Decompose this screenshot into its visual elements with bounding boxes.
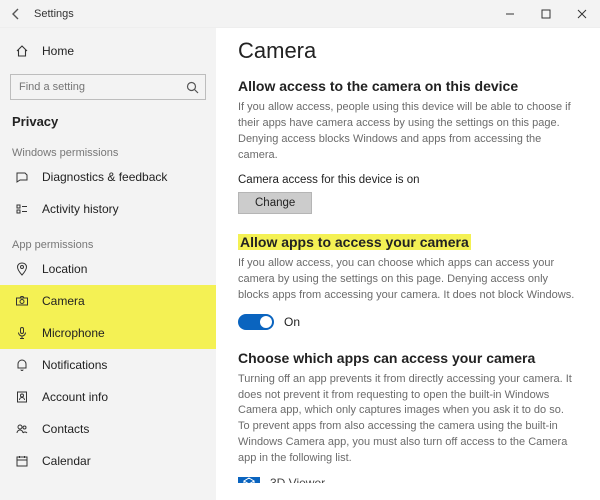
titlebar: Settings xyxy=(0,0,600,28)
sidebar-label: Notifications xyxy=(32,358,107,372)
app-label: 3D Viewer xyxy=(270,477,325,483)
sidebar-item-notifications[interactable]: Notifications xyxy=(0,349,216,381)
calendar-icon xyxy=(12,454,32,468)
search-input[interactable] xyxy=(19,81,186,93)
sidebar-category: Privacy xyxy=(0,104,216,133)
sidebar-item-microphone[interactable]: Microphone xyxy=(0,317,216,349)
contacts-icon xyxy=(12,422,32,436)
main-area: Home Privacy Windows permissions Diagnos… xyxy=(0,28,600,500)
back-button[interactable] xyxy=(0,0,32,28)
sidebar-item-activity[interactable]: Activity history xyxy=(0,193,216,225)
highlighted-title: Allow apps to access your camera xyxy=(238,234,471,250)
sidebar-item-diagnostics[interactable]: Diagnostics & feedback xyxy=(0,161,216,193)
toggle-label: On xyxy=(284,315,300,329)
section-desc: Turning off an app prevents it from dire… xyxy=(238,372,578,468)
location-icon xyxy=(12,262,32,276)
microphone-icon xyxy=(12,326,32,340)
section-title: Choose which apps can access your camera xyxy=(238,350,584,366)
home-label: Home xyxy=(32,44,74,58)
section-desc: If you allow access, you can choose whic… xyxy=(238,256,578,304)
toggle-track xyxy=(238,314,274,330)
sidebar-label: Calendar xyxy=(32,454,91,468)
sidebar-label: Account info xyxy=(32,390,108,404)
section-choose-apps: Choose which apps can access your camera… xyxy=(238,350,584,484)
sidebar-item-location[interactable]: Location xyxy=(0,253,216,285)
group-app-permissions: App permissions xyxy=(0,225,216,253)
close-button[interactable] xyxy=(564,0,600,28)
app-access-toggle[interactable]: On xyxy=(238,314,584,330)
sidebar-label: Activity history xyxy=(32,202,119,216)
change-button[interactable]: Change xyxy=(238,192,312,214)
minimize-button[interactable] xyxy=(492,0,528,28)
group-windows-permissions: Windows permissions xyxy=(0,133,216,161)
activity-icon xyxy=(12,202,32,216)
search-icon xyxy=(186,81,199,94)
notifications-icon xyxy=(12,358,32,372)
section-app-access: Allow apps to access your camera If you … xyxy=(238,234,584,330)
sidebar-label: Location xyxy=(32,262,87,276)
account-icon xyxy=(12,390,32,404)
section-title: Allow access to the camera on this devic… xyxy=(238,78,584,94)
sidebar-label: Contacts xyxy=(32,422,89,436)
section-device-access: Allow access to the camera on this devic… xyxy=(238,78,584,214)
camera-icon xyxy=(12,294,32,308)
device-access-status: Camera access for this device is on xyxy=(238,174,584,186)
content-area: Camera Allow access to the camera on thi… xyxy=(216,28,600,500)
sidebar-item-contacts[interactable]: Contacts xyxy=(0,413,216,445)
app-icon xyxy=(238,477,260,483)
sidebar-item-account[interactable]: Account info xyxy=(0,381,216,413)
page-title: Camera xyxy=(238,38,584,64)
section-desc: If you allow access, people using this d… xyxy=(238,100,578,164)
sidebar-item-home[interactable]: Home xyxy=(0,36,216,66)
sidebar-item-calendar[interactable]: Calendar xyxy=(0,445,216,477)
section-title: Allow apps to access your camera xyxy=(238,234,584,250)
sidebar: Home Privacy Windows permissions Diagnos… xyxy=(0,28,216,500)
window-title: Settings xyxy=(32,8,492,20)
sidebar-label: Camera xyxy=(32,294,85,308)
sidebar-item-camera[interactable]: Camera xyxy=(0,285,216,317)
sidebar-label: Diagnostics & feedback xyxy=(32,170,167,184)
maximize-button[interactable] xyxy=(528,0,564,28)
search-input-container[interactable] xyxy=(10,74,206,100)
window-controls xyxy=(492,0,600,28)
app-row-3dviewer[interactable]: 3D Viewer xyxy=(238,477,584,483)
sidebar-label: Microphone xyxy=(32,326,105,340)
toggle-thumb xyxy=(260,316,272,328)
feedback-icon xyxy=(12,170,32,184)
home-icon xyxy=(12,44,32,58)
